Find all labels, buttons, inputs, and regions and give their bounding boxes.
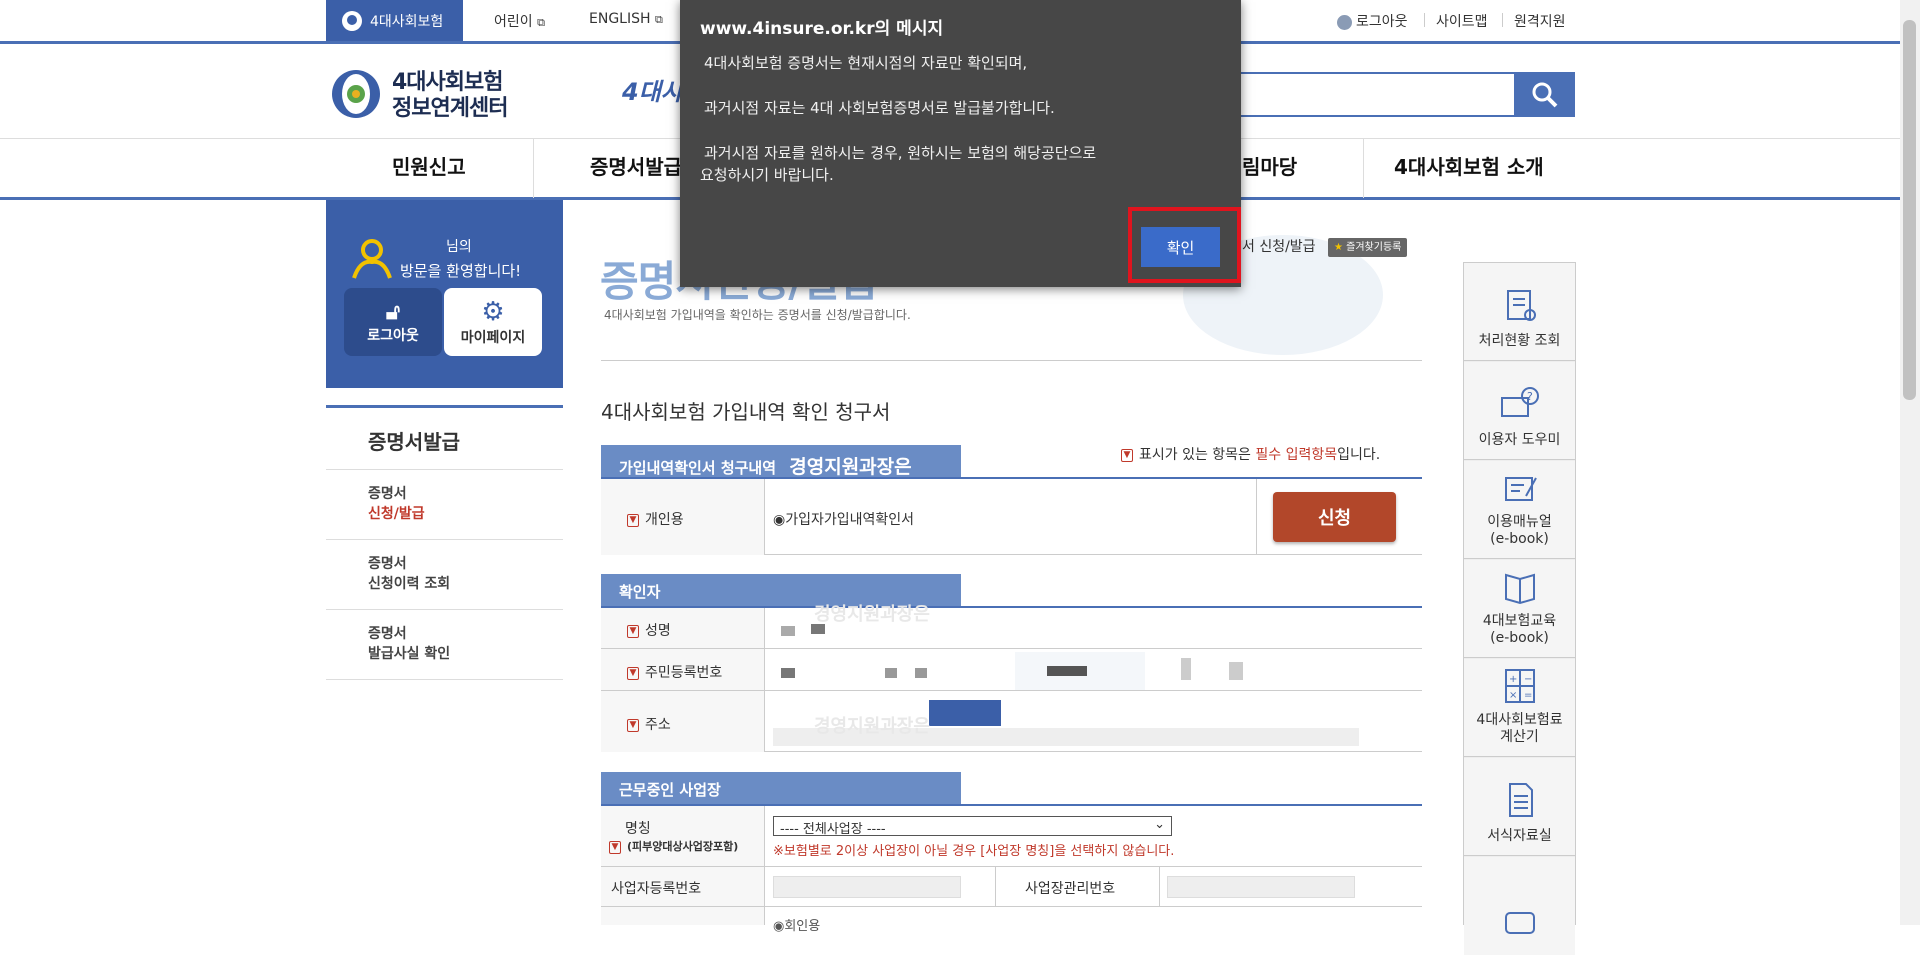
bizno-label: 사업자등록번호 bbox=[611, 881, 702, 897]
svg-text:?: ? bbox=[1527, 390, 1533, 403]
overlay-text-1: 경영지원과장은 bbox=[814, 604, 930, 625]
sitemap-link[interactable]: 사이트맵 bbox=[1436, 11, 1488, 31]
nav-item-complaint[interactable]: 민원신고 bbox=[392, 151, 466, 180]
rrn-label: ▼ 주민등록번호 bbox=[627, 662, 722, 682]
welcome-box: 님의 방문을 환영합니다! 🔓︎ 로그아웃 ⚙ 마이페이지 bbox=[326, 200, 563, 388]
dialog-message-line1: 4대사회보험 증명서는 현재시점의 자료만 확인되며, bbox=[704, 54, 1028, 72]
nav-item-notice[interactable]: 림마당 bbox=[1242, 151, 1297, 180]
document-icon bbox=[1508, 783, 1533, 817]
remote-support-link[interactable]: 원격지원 bbox=[1514, 11, 1566, 31]
mgmtno-label: 사업장관리번호 bbox=[1025, 881, 1116, 897]
logout-link[interactable]: 로그아웃 bbox=[1337, 11, 1408, 31]
address-label: ▼ 주소 bbox=[627, 714, 671, 734]
welcome-message: 방문을 환영합니다! bbox=[400, 262, 522, 280]
dialog-message-line2: 과거시점 자료는 4대 사회보험증명서로 발급불가합니다. bbox=[704, 99, 1055, 117]
user-icon bbox=[352, 239, 392, 279]
nav-item-about[interactable]: 4대사회보험 소개 bbox=[1394, 151, 1544, 180]
link-english[interactable]: ENGLISH ⧉ bbox=[589, 11, 663, 27]
company-warning: ※보험별로 2이상 사업장이 아닐 경우 [사업장 명칭]을 선택하지 않습니다… bbox=[773, 844, 1175, 859]
external-link-icon: ⧉ bbox=[537, 16, 545, 29]
scrollbar-thumb[interactable] bbox=[1903, 20, 1916, 400]
quick-premium-calculator[interactable]: + − × = 4대사회보험료 계산기 bbox=[1464, 659, 1575, 757]
header-slogan: 4대사 bbox=[622, 78, 683, 106]
quick-status-inquiry[interactable]: 처리현황 조회 bbox=[1464, 263, 1575, 361]
workplace-table: 명칭 ▼ (피부양대상사업장포함) ---- 전체사업장 ---- ⌄ ※보험별로 … bbox=[601, 806, 1422, 934]
quick-forms-library[interactable]: 서식자료실 bbox=[1464, 758, 1575, 856]
mypage-button[interactable]: ⚙ 마이페이지 bbox=[444, 288, 542, 356]
quick-insurance-education[interactable]: 4대보험교육 (e-book) bbox=[1464, 560, 1575, 658]
mgmtno-input[interactable] bbox=[1167, 876, 1355, 898]
apply-button[interactable]: 신청 bbox=[1273, 492, 1396, 542]
overlay-text-2: 경영지원과장은 bbox=[814, 716, 930, 737]
dialog-message-line4: 요청하시기 바랍니다. bbox=[700, 166, 834, 184]
dialog-message-line3: 과거시점 자료를 원하시는 경우, 원하시는 보험의 해당공단으로 bbox=[704, 144, 1097, 162]
highlight-box bbox=[1128, 207, 1241, 283]
personal-row: ▼ 개인용 ◉가입자가입내역확인서 신청 bbox=[601, 479, 1422, 555]
calculator-icon: + −× = bbox=[1504, 669, 1535, 703]
quick-user-manual[interactable]: 이용매뉴얼 (e-book) bbox=[1464, 461, 1575, 559]
form-title: 4대사회보험 가입내역 확인 청구서 bbox=[601, 400, 891, 424]
section-request-details: 가입내역확인서 청구내역 경영지원과장은 bbox=[601, 445, 961, 478]
company-label: 명칭 bbox=[625, 821, 651, 837]
sidebar-item-apply[interactable]: 증명서 신청/발급 bbox=[326, 470, 563, 540]
gear-icon: ⚙ bbox=[481, 297, 505, 327]
svg-text:+: + bbox=[1509, 674, 1517, 685]
required-note: ▼ 표시가 있는 항목은 필수 입력항목입니다. bbox=[1121, 444, 1380, 464]
site-logo-text[interactable]: 4대사회보험 정보연계센터 bbox=[392, 70, 508, 122]
bizno-input[interactable] bbox=[773, 876, 961, 898]
personal-radio[interactable]: ◉가입자가입내역확인서 bbox=[773, 509, 914, 529]
clipboard-search-icon bbox=[1506, 290, 1536, 321]
company-sublabel: ▼ (피부양대상사업장포함) bbox=[609, 838, 738, 854]
unlock-icon: 🔓︎ bbox=[385, 299, 401, 325]
search-button[interactable] bbox=[1514, 72, 1575, 117]
chevron-down-icon: ⌄ bbox=[1154, 817, 1165, 832]
chat-icon bbox=[1504, 912, 1535, 934]
personal-label: ▼ 개인용 bbox=[627, 509, 684, 529]
logo-icon bbox=[332, 70, 380, 118]
breadcrumb: 서 신청/발급 bbox=[1242, 239, 1316, 255]
link-kids[interactable]: 어린이 ⧉ bbox=[494, 11, 545, 31]
section-workplace: 근무중인 사업장 bbox=[601, 772, 961, 804]
lock-icon bbox=[1337, 14, 1352, 30]
page-subtitle: 4대사회보험 가입내역을 확인하는 증명서를 신청/발급합니다. bbox=[604, 308, 911, 322]
sidebar-item-verify[interactable]: 증명서 발급사실 확인 bbox=[326, 610, 563, 680]
svg-text:=: = bbox=[1524, 690, 1532, 701]
quick-user-help[interactable]: ? 이용자 도우미 bbox=[1464, 362, 1575, 460]
svg-text:−: − bbox=[1524, 674, 1532, 685]
help-monitor-icon: ? bbox=[1500, 387, 1539, 417]
star-icon: ★ bbox=[1334, 242, 1343, 253]
site-logo[interactable] bbox=[330, 68, 382, 124]
name-label: ▼ 성명 bbox=[627, 620, 671, 640]
brand-tab-label: 4대사회보험 bbox=[370, 13, 444, 30]
nav-item-certificate[interactable]: 증명서발급 bbox=[590, 151, 682, 180]
verifier-table: ▼ 성명 ▼ 주민등록번호 ▼ 주소 bbox=[601, 608, 1422, 752]
sidebar-item-history[interactable]: 증명서 신청이력 조회 bbox=[326, 540, 563, 610]
book-icon bbox=[1504, 573, 1535, 605]
search-input[interactable] bbox=[1230, 72, 1515, 117]
welcome-name: 님의 bbox=[446, 239, 472, 255]
svg-text:×: × bbox=[1509, 690, 1517, 701]
external-link-icon: ⧉ bbox=[654, 13, 663, 26]
search-icon bbox=[1532, 82, 1557, 107]
favorite-button[interactable]: ★ 즐겨찾기등록 bbox=[1328, 238, 1408, 257]
sidebar-menu-title: 증명서발급 bbox=[326, 405, 563, 470]
quick-chat[interactable] bbox=[1464, 857, 1575, 955]
divider bbox=[601, 360, 1422, 361]
dialog-title: www.4insure.or.kr의 메시지 bbox=[700, 19, 944, 39]
manual-icon bbox=[1504, 477, 1537, 501]
company-select[interactable]: ---- 전체사업장 ---- ⌄ bbox=[773, 816, 1172, 837]
brand-tab[interactable]: 4대사회보험 bbox=[326, 0, 463, 41]
quick-menu: 처리현황 조회 ? 이용자 도우미 이용매뉴얼 (e-book) 4대보험교육 … bbox=[1463, 262, 1576, 955]
brand-logo-icon bbox=[342, 10, 362, 31]
logout-button[interactable]: 🔓︎ 로그아웃 bbox=[344, 288, 442, 356]
